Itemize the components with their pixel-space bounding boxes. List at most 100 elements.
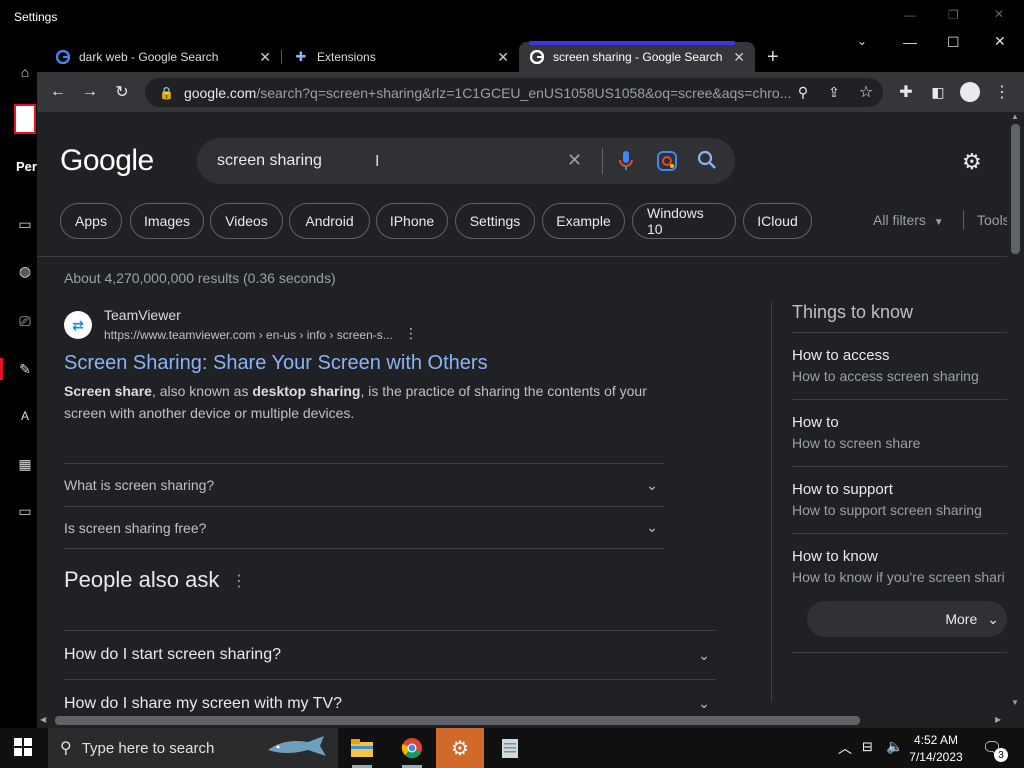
settings-taskbar-icon[interactable]: ⚙ bbox=[436, 728, 484, 768]
search-input[interactable]: screen sharing bbox=[217, 152, 322, 170]
chevron-up-icon[interactable]: ︿ bbox=[838, 738, 852, 758]
close-tab-icon[interactable]: ✕ bbox=[733, 49, 745, 66]
side-panel-icon[interactable]: ◧ bbox=[927, 81, 949, 103]
faq-row[interactable]: What is screen sharing? ⌄ bbox=[64, 463, 664, 506]
tab-search-chevron-icon[interactable]: ⌄ bbox=[857, 34, 867, 48]
sidebar-divider bbox=[771, 302, 772, 702]
chrome-maximize-button[interactable]: ☐ bbox=[947, 34, 960, 51]
paa-options-icon[interactable]: ⋮ bbox=[231, 571, 247, 591]
chip-settings[interactable]: Settings bbox=[455, 203, 535, 239]
chip-videos[interactable]: Videos bbox=[210, 203, 283, 239]
things-to-know-item[interactable]: How to access How to access screen shari… bbox=[792, 332, 1007, 399]
more-button[interactable]: More ⌄ bbox=[807, 601, 1007, 637]
result-options-icon[interactable]: ⋮ bbox=[404, 325, 418, 342]
profile-avatar-icon[interactable] bbox=[960, 82, 980, 102]
result-title-link[interactable]: Screen Sharing: Share Your Screen with O… bbox=[64, 352, 488, 375]
tools-button[interactable]: Tools bbox=[977, 212, 1007, 228]
chevron-down-icon: ⌄ bbox=[646, 519, 658, 535]
scroll-left-arrow-icon[interactable]: ◀ bbox=[40, 715, 46, 724]
search-box[interactable]: screen sharing I ✕ bbox=[197, 138, 735, 184]
palette-icon[interactable]: ◍ bbox=[16, 262, 34, 280]
chip-example[interactable]: Example bbox=[542, 203, 625, 239]
settings-title: Settings bbox=[14, 10, 58, 24]
filters-divider bbox=[963, 210, 964, 230]
settings-minimize-button[interactable]: — bbox=[904, 8, 916, 22]
reload-icon[interactable]: ↻ bbox=[111, 81, 133, 103]
taskbar-search-box[interactable]: ⚲ Type here to search bbox=[48, 728, 338, 768]
kebab-menu-icon[interactable]: ⋮ bbox=[991, 81, 1013, 103]
vertical-scroll-thumb[interactable] bbox=[1011, 124, 1020, 254]
ttk-heading: How to support bbox=[792, 481, 893, 498]
horizontal-scrollbar[interactable]: ◀ ▶ bbox=[37, 712, 1024, 728]
language-icon[interactable]: A bbox=[16, 407, 34, 425]
microphone-icon[interactable] bbox=[618, 150, 634, 177]
notepad-taskbar-icon[interactable] bbox=[486, 728, 534, 768]
close-tab-icon[interactable]: ✕ bbox=[259, 49, 271, 66]
things-to-know-item[interactable]: How to support How to support screen sha… bbox=[792, 466, 1007, 533]
chrome-taskbar-icon[interactable] bbox=[388, 728, 436, 768]
result-url[interactable]: https://www.teamviewer.com › en-us › inf… bbox=[104, 328, 393, 342]
tab-screen-sharing[interactable]: screen sharing - Google Search ✕ bbox=[519, 41, 755, 72]
personalization-icon[interactable]: ▭ bbox=[16, 215, 34, 233]
vertical-scrollbar[interactable]: ▲ ▼ bbox=[1007, 112, 1024, 712]
faq-question: Is screen sharing free? bbox=[64, 519, 207, 536]
all-filters-label: All filters bbox=[873, 212, 926, 228]
clock-time[interactable]: 4:52 AM bbox=[906, 733, 966, 747]
devices-icon[interactable]: ⎚ bbox=[16, 312, 34, 330]
google-logo[interactable]: Google bbox=[60, 144, 154, 178]
paa-question-row[interactable]: How do I start screen sharing? ⌄ bbox=[64, 630, 716, 679]
chip-apps[interactable]: Apps bbox=[60, 203, 122, 239]
chip-images[interactable]: Images bbox=[130, 203, 204, 239]
google-favicon-icon bbox=[529, 49, 545, 65]
profile-picture[interactable] bbox=[14, 104, 36, 134]
all-filters-button[interactable]: All filters ▼ bbox=[873, 212, 944, 228]
chip-android[interactable]: Android bbox=[289, 203, 370, 239]
chrome-close-button[interactable]: ✕ bbox=[994, 33, 1006, 50]
things-to-know-title: Things to know bbox=[792, 302, 914, 322]
home-icon[interactable]: ⌂ bbox=[16, 63, 34, 81]
chrome-minimize-button[interactable]: — bbox=[903, 34, 917, 50]
extensions-puzzle-icon[interactable]: ✚ bbox=[895, 81, 917, 103]
location-pin-icon[interactable]: ⚲ bbox=[792, 81, 814, 103]
scroll-right-arrow-icon[interactable]: ▶ bbox=[995, 715, 1001, 724]
network-icon[interactable]: ⊟ bbox=[862, 739, 873, 755]
bookmark-star-icon[interactable]: ☆ bbox=[855, 81, 877, 103]
keyboard-icon[interactable]: ▭ bbox=[16, 502, 34, 520]
tab-title: dark web - Google Search bbox=[79, 50, 219, 64]
pen-icon[interactable]: ✎ bbox=[16, 360, 34, 378]
ttk-bottom-divider bbox=[792, 652, 1007, 653]
chip-windows-10[interactable]: Windows 10 bbox=[632, 203, 736, 239]
file-explorer-icon[interactable] bbox=[338, 728, 386, 768]
tab-dark-web[interactable]: dark web - Google Search ✕ bbox=[45, 42, 281, 72]
paa-question-row[interactable]: How do I share my screen with my TV? ⌄ bbox=[64, 679, 716, 712]
tab-accent-bar bbox=[529, 41, 735, 45]
volume-muted-icon[interactable]: 🔈 bbox=[886, 738, 903, 755]
things-to-know-item[interactable]: How to How to screen share bbox=[792, 399, 1007, 466]
chip-icloud[interactable]: ICloud bbox=[743, 203, 812, 239]
new-tab-button[interactable]: + bbox=[767, 46, 779, 69]
clear-search-icon[interactable]: ✕ bbox=[567, 150, 582, 171]
forward-arrow-icon[interactable]: → bbox=[79, 81, 101, 103]
back-arrow-icon[interactable]: ← bbox=[47, 81, 69, 103]
result-site-name[interactable]: TeamViewer bbox=[104, 307, 181, 323]
grid-icon[interactable]: ▦ bbox=[16, 455, 34, 473]
horizontal-scroll-thumb[interactable] bbox=[55, 716, 860, 725]
tab-extensions[interactable]: ✚ Extensions ✕ bbox=[283, 42, 519, 72]
share-icon[interactable]: ⇪ bbox=[823, 81, 845, 103]
things-to-know-item[interactable]: How to know How to know if you're screen… bbox=[792, 533, 1007, 600]
settings-gear-icon[interactable]: ⚙ bbox=[962, 149, 982, 175]
clock-date[interactable]: 7/14/2023 bbox=[906, 750, 966, 764]
lens-camera-icon[interactable] bbox=[656, 150, 678, 177]
settings-restore-button[interactable]: ❐ bbox=[948, 8, 959, 22]
close-tab-icon[interactable]: ✕ bbox=[497, 49, 509, 66]
scroll-up-arrow-icon[interactable]: ▲ bbox=[1011, 112, 1019, 121]
scroll-down-arrow-icon[interactable]: ▼ bbox=[1011, 698, 1019, 707]
browser-toolbar: ← → ↻ 🔒 google.com /search?q=screen+shar… bbox=[37, 72, 1024, 112]
search-magnifier-icon[interactable] bbox=[697, 150, 717, 175]
settings-close-button[interactable]: ✕ bbox=[994, 7, 1004, 21]
address-bar[interactable]: 🔒 google.com /search?q=screen+sharing&rl… bbox=[145, 78, 883, 107]
faq-row[interactable]: Is screen sharing free? ⌄ bbox=[64, 506, 664, 549]
ttk-heading: How to know bbox=[792, 548, 878, 565]
chip-iphone[interactable]: IPhone bbox=[376, 203, 448, 239]
windows-start-icon[interactable] bbox=[14, 738, 32, 761]
